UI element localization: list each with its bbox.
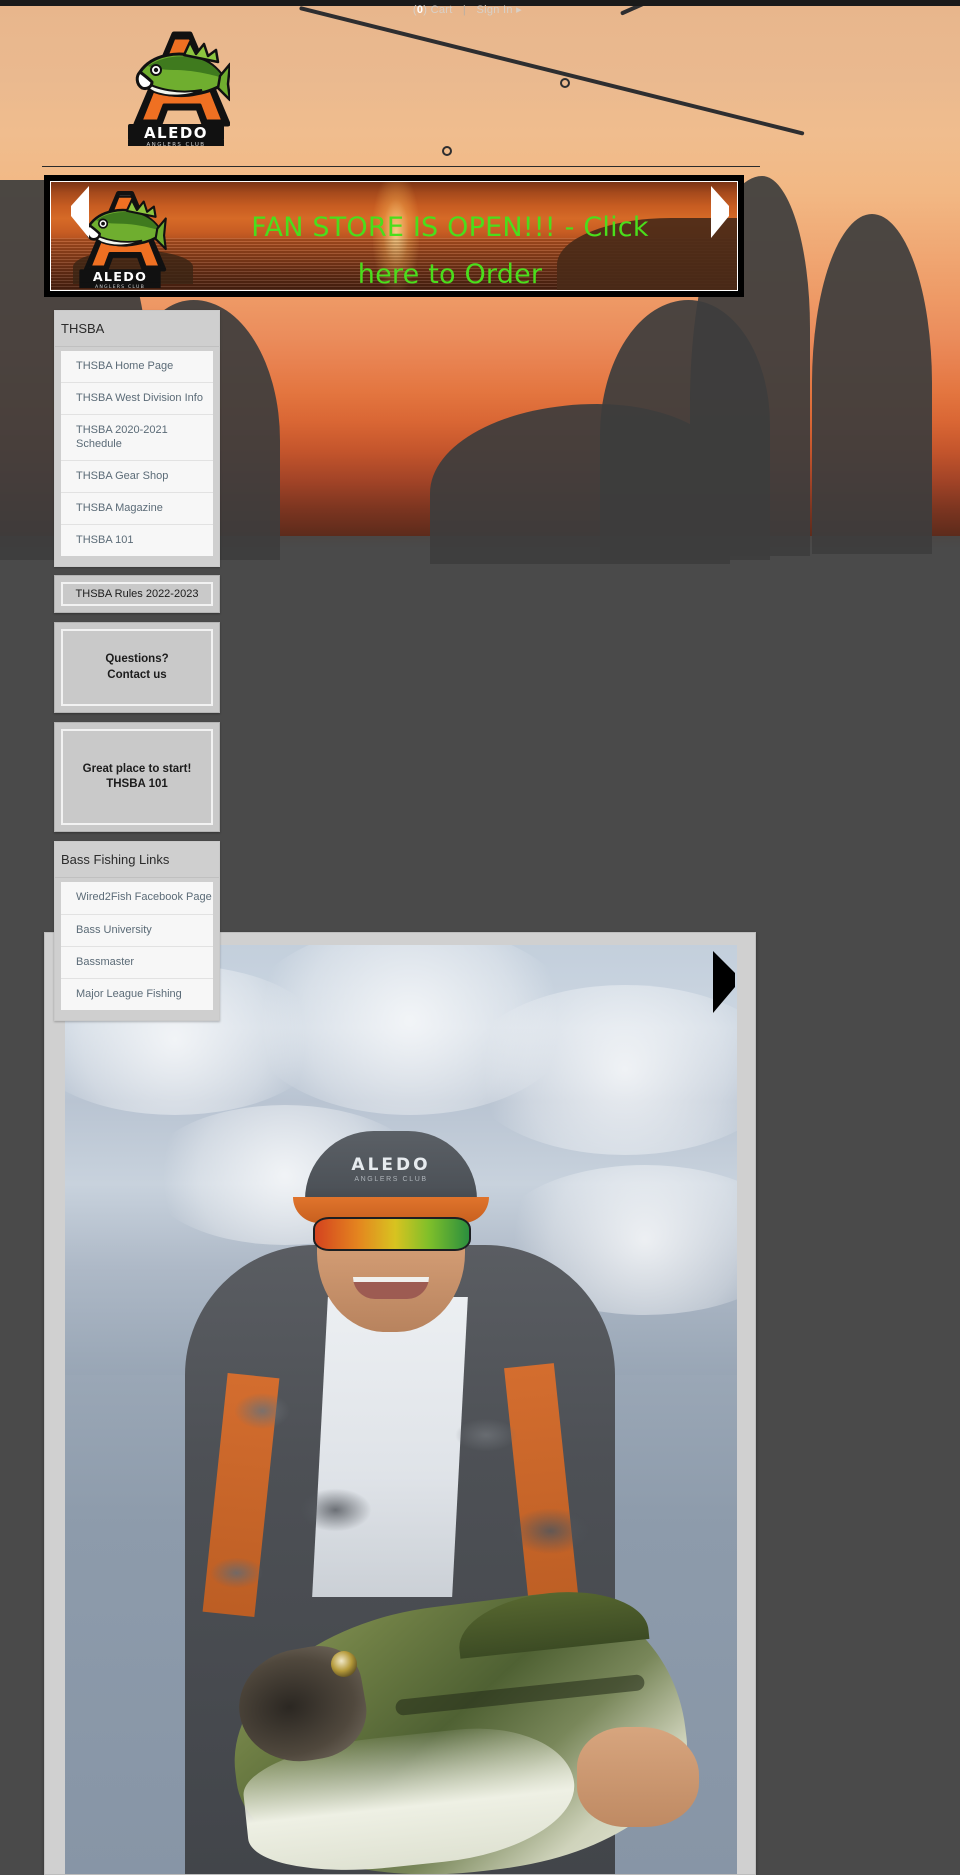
bass-links-menu-list: Wired2Fish Facebook Page Bass University… xyxy=(55,878,219,1021)
angler-photo: ALEDO ANGLERS CLUB xyxy=(65,945,737,1874)
start-here-box-inner: Great place to start! THSBA 101 xyxy=(61,729,213,826)
thsba-rules-label: THSBA Rules 2022-2023 xyxy=(75,587,199,600)
cart-close-paren: ) xyxy=(423,4,428,16)
bass-links-menu-card: Bass Fishing Links Wired2Fish Facebook P… xyxy=(54,841,220,1022)
rod-guide-icon xyxy=(560,78,570,88)
sidebar-item-thsba-101[interactable]: THSBA 101 xyxy=(61,525,213,557)
start-here-box[interactable]: Great place to start! THSBA 101 xyxy=(54,722,220,833)
left-sidebar: THSBA THSBA Home Page THSBA West Divisio… xyxy=(54,310,220,1029)
start-line-1: Great place to start! xyxy=(82,762,192,775)
bass-links-menu-title: Bass Fishing Links xyxy=(55,842,219,879)
angler-sunglasses xyxy=(313,1217,471,1251)
promo-line-2: here to Order xyxy=(357,259,543,290)
sidebar-item-wired2fish[interactable]: Wired2Fish Facebook Page xyxy=(61,882,213,915)
sidebar-item-bass-university[interactable]: Bass University xyxy=(61,914,213,947)
sidebar-item-schedule[interactable]: THSBA 2020-2021 Schedule xyxy=(61,415,213,461)
start-here-text: Great place to start! THSBA 101 xyxy=(83,762,192,793)
banner-next-arrow-icon[interactable] xyxy=(709,186,731,238)
svg-text:ALEDO: ALEDO xyxy=(93,269,147,284)
promo-banner-text[interactable]: FAN STORE IS OPEN!!! - Click here to Ord… xyxy=(161,204,737,290)
sidebar-item-gear-shop[interactable]: THSBA Gear Shop xyxy=(61,460,213,493)
sidebar-item-west-division[interactable]: THSBA West Division Info xyxy=(61,383,213,416)
thsba-rules-box-inner: THSBA Rules 2022-2023 xyxy=(61,582,213,607)
header-divider xyxy=(42,166,760,167)
top-utility-nav: (0) Cart | Sign In ▸ xyxy=(0,3,960,23)
sidebar-item-magazine[interactable]: THSBA Magazine xyxy=(61,492,213,526)
banner-prev-arrow-icon[interactable] xyxy=(69,186,91,238)
angler-smile xyxy=(353,1277,429,1299)
signin-label: Sign In xyxy=(476,4,513,16)
bass-eye xyxy=(331,1651,357,1677)
aledo-anglers-logo-icon: ALEDO ANGLERS CLUB xyxy=(128,31,230,146)
sidebar-item-thsba-home[interactable]: THSBA Home Page xyxy=(61,351,213,384)
cart-label: Cart xyxy=(430,4,453,16)
promo-banner-slide: ALEDO ANGLERS CLUB FAN STORE IS OPEN!!! … xyxy=(50,181,738,291)
photo-next-arrow-icon[interactable] xyxy=(711,951,737,1013)
thsba-menu-card: THSBA THSBA Home Page THSBA West Divisio… xyxy=(54,310,220,568)
thsba-menu-title: THSBA xyxy=(55,311,219,347)
contact-box-inner: Questions? Contact us xyxy=(61,629,213,707)
thsba-rules-box[interactable]: THSBA Rules 2022-2023 xyxy=(54,575,220,614)
svg-text:ANGLERS CLUB: ANGLERS CLUB xyxy=(147,142,206,146)
contact-line-2: Contact us xyxy=(107,668,167,681)
cart-link[interactable]: (0) Cart xyxy=(413,4,453,16)
topnav-separator: | xyxy=(462,4,467,16)
contact-box-text: Questions? Contact us xyxy=(105,652,168,683)
promo-banner-slider[interactable]: ALEDO ANGLERS CLUB FAN STORE IS OPEN!!! … xyxy=(44,175,744,297)
thsba-menu-list: THSBA Home Page THSBA West Division Info… xyxy=(55,347,219,567)
angler-photo-slider[interactable]: ALEDO ANGLERS CLUB xyxy=(44,932,756,1875)
svg-text:ALEDO: ALEDO xyxy=(144,124,208,142)
cap-subwordmark: ANGLERS CLUB xyxy=(354,1176,428,1183)
rod-guide-icon xyxy=(442,146,452,156)
sidebar-item-bassmaster[interactable]: Bassmaster xyxy=(61,946,213,979)
contact-line-1: Questions? xyxy=(105,653,169,666)
promo-line-1: FAN STORE IS OPEN!!! - Click xyxy=(251,212,649,243)
sidebar-item-major-league-fishing[interactable]: Major League Fishing xyxy=(61,978,213,1011)
page-root: (0) Cart | Sign In ▸ ALEDO ANGLERS CLUB … xyxy=(0,0,960,1875)
cap-wordmark: ALEDO xyxy=(351,1155,431,1175)
signin-link[interactable]: Sign In ▸ xyxy=(476,4,522,16)
contact-box[interactable]: Questions? Contact us xyxy=(54,622,220,714)
start-line-2: THSBA 101 xyxy=(106,778,168,791)
site-logo[interactable]: ALEDO ANGLERS CLUB xyxy=(122,28,230,146)
angler-hand xyxy=(577,1727,699,1827)
svg-text:ANGLERS CLUB: ANGLERS CLUB xyxy=(95,284,145,288)
chevron-right-icon: ▸ xyxy=(516,4,522,16)
